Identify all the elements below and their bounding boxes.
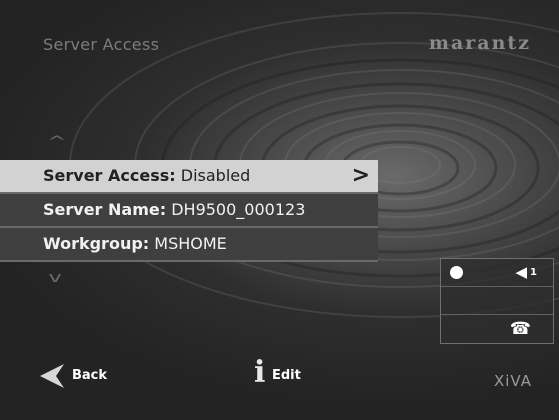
chevron-right-icon[interactable]: > — [352, 160, 370, 192]
screen: Server Access marantz ^ Server Access: D… — [0, 0, 559, 420]
menu-item-server-access[interactable]: Server Access: Disabled > — [0, 160, 378, 194]
menu-item-value: Disabled — [180, 166, 251, 185]
menu-item-key: Server Access: — [43, 166, 176, 185]
record-indicator-icon — [450, 266, 463, 279]
scroll-down-icon[interactable]: v — [49, 270, 62, 286]
status-row-phone: ☎ — [441, 315, 553, 342]
menu-item-key: Workgroup: — [43, 234, 150, 253]
menu-item-workgroup[interactable]: Workgroup: MSHOME — [0, 228, 378, 262]
back-button-label: Back — [72, 368, 108, 383]
menu-item-value: MSHOME — [154, 234, 227, 253]
settings-menu: Server Access: Disabled > Server Name: D… — [0, 160, 378, 262]
status-panel: ◀ 1 ☎ — [440, 258, 554, 344]
menu-item-key: Server Name: — [43, 200, 167, 219]
phone-icon: ☎ — [509, 319, 531, 339]
speaker-zone-number: 1 — [530, 267, 537, 278]
menu-item-server-name[interactable]: Server Name: DH9500_000123 — [0, 194, 378, 228]
speaker-icon: ◀ — [515, 263, 527, 281]
info-icon: i — [254, 355, 266, 390]
xiva-logo: XiVA — [493, 372, 532, 390]
menu-item-value: DH9500_000123 — [171, 200, 306, 219]
brand-logo: marantz — [428, 32, 531, 54]
status-row-empty — [441, 287, 553, 315]
page-title: Server Access — [43, 35, 160, 54]
back-arrow-icon — [40, 364, 64, 388]
status-row-audio: ◀ 1 — [441, 259, 553, 287]
edit-button-label: Edit — [272, 368, 301, 383]
scroll-up-icon[interactable]: ^ — [47, 134, 66, 150]
